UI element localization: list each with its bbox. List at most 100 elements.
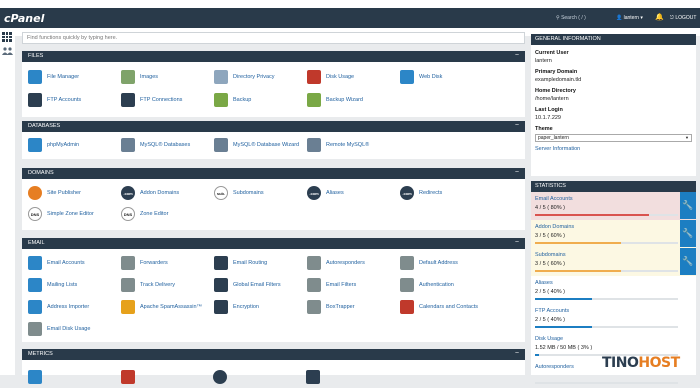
cpanel-logo[interactable]: cPanel <box>4 12 44 25</box>
logout-icon: ⎋ <box>670 15 674 21</box>
find-functions-input[interactable]: Find functions quickly by typing here. <box>22 32 525 44</box>
email-item[interactable]: Autoresponders <box>307 254 403 272</box>
email-item[interactable]: Global Email Filters <box>214 276 310 294</box>
metrics-header[interactable]: METRICS − <box>22 349 525 360</box>
stat-label: Subdomains <box>535 252 566 258</box>
metrics-item[interactable] <box>306 368 402 386</box>
site-publisher-icon <box>28 186 42 200</box>
files-item[interactable]: Backup <box>214 91 310 109</box>
statistics-header: STATISTICS <box>531 181 696 192</box>
email-item[interactable]: Authentication <box>400 276 496 294</box>
theme-select[interactable]: paper_lantern ▼ <box>535 134 692 142</box>
files-item[interactable]: FTP Connections <box>121 91 217 109</box>
stat-item[interactable]: Email Accounts 4 / 5 ( 80% ) 🔧 <box>531 192 696 220</box>
databases-header[interactable]: DATABASES − <box>22 121 525 132</box>
grid-icon[interactable] <box>2 32 12 42</box>
domains-title: DOMAINS <box>28 170 54 176</box>
current-user-label: Current User <box>535 50 569 56</box>
address-importer-icon <box>28 300 42 314</box>
stat-value: 3 / 5 ( 60% ) <box>535 261 565 267</box>
email-item[interactable]: Email Accounts <box>28 254 124 272</box>
wrench-icon[interactable]: 🔧 <box>680 192 696 219</box>
email-item-label: Track Delivery <box>140 282 175 288</box>
domains-item-label: Subdomains <box>233 190 264 196</box>
tinohost-watermark: TINOHOST <box>602 355 680 371</box>
domains-item[interactable]: .com Aliases <box>307 184 403 202</box>
logout-button[interactable]: ⎋ LOGOUT <box>670 12 696 24</box>
domains-item[interactable]: .com Redirects <box>400 184 496 202</box>
files-item[interactable]: FTP Accounts <box>28 91 124 109</box>
databases-item[interactable]: Remote MySQL® <box>307 136 403 154</box>
email-item-label: Global Email Filters <box>233 282 281 288</box>
stat-label: Addon Domains <box>535 224 575 230</box>
domains-item[interactable]: DNS Zone Editor <box>121 205 217 223</box>
databases-item[interactable]: phpMyAdmin <box>28 136 124 154</box>
stat-progress-fill <box>535 326 593 328</box>
backup-icon <box>214 93 228 107</box>
metrics-icon <box>213 370 227 384</box>
general-information-panel: GENERAL INFORMATION Current User lantern… <box>531 34 696 176</box>
chevron-down-icon: ▾ <box>640 15 643 21</box>
bell-icon[interactable]: 🔔 <box>655 11 664 25</box>
metrics-title: METRICS <box>28 351 53 357</box>
files-header[interactable]: FILES − <box>22 51 525 62</box>
databases-item[interactable]: MySQL® Databases <box>121 136 217 154</box>
metrics-icon <box>28 370 42 384</box>
theme-value: paper_lantern <box>538 135 569 141</box>
collapse-icon[interactable]: − <box>515 349 519 359</box>
ftp-connections-icon <box>121 93 135 107</box>
collapse-icon[interactable]: − <box>515 238 519 248</box>
user-menu[interactable]: 👤 lantern ▾ <box>616 12 643 24</box>
stat-item[interactable]: FTP Accounts 2 / 5 ( 40% ) <box>531 304 696 332</box>
email-item[interactable]: Email Disk Usage <box>28 320 124 338</box>
collapse-icon[interactable]: − <box>515 168 519 178</box>
stat-label: Disk Usage <box>535 336 564 342</box>
files-item[interactable]: Directory Privacy <box>214 68 310 86</box>
email-item[interactable]: Forwarders <box>121 254 217 272</box>
authentication-icon <box>400 278 414 292</box>
wrench-icon[interactable]: 🔧 <box>680 248 696 275</box>
files-item[interactable]: Backup Wizard <box>307 91 403 109</box>
email-item[interactable]: Email Filters <box>307 276 403 294</box>
stat-progress-bar <box>535 270 678 272</box>
metrics-item[interactable] <box>121 368 217 386</box>
stat-item[interactable]: Aliases 2 / 5 ( 40% ) <box>531 276 696 304</box>
metrics-item[interactable] <box>28 368 124 386</box>
domains-item[interactable]: Site Publisher <box>28 184 124 202</box>
domains-item[interactable]: DNS Simple Zone Editor <box>28 205 124 223</box>
domains-item[interactable]: sub. Subdomains <box>214 184 310 202</box>
files-item[interactable]: Disk Usage <box>307 68 403 86</box>
files-item-label: Backup Wizard <box>326 97 363 103</box>
files-item[interactable]: Images <box>121 68 217 86</box>
email-item[interactable]: Track Delivery <box>121 276 217 294</box>
email-item-label: Autoresponders <box>326 260 365 266</box>
email-item-label: Calendars and Contacts <box>419 304 479 310</box>
collapse-icon[interactable]: − <box>515 51 519 61</box>
domains-item[interactable]: .com Addon Domains <box>121 184 217 202</box>
server-information-link[interactable]: Server Information <box>535 142 692 152</box>
header-search[interactable]: ⚲ Search ( / ) <box>556 12 612 24</box>
metrics-item[interactable] <box>213 368 309 386</box>
email-item[interactable]: Encryption <box>214 298 310 316</box>
email-item[interactable]: BoxTrapper <box>307 298 403 316</box>
autoresponders-icon <box>307 256 321 270</box>
email-item[interactable]: Address Importer <box>28 298 124 316</box>
domains-header[interactable]: DOMAINS − <box>22 168 525 179</box>
email-item-label: Encryption <box>233 304 259 310</box>
collapse-icon[interactable]: − <box>515 121 519 131</box>
stat-item[interactable]: Subdomains 3 / 5 ( 60% ) 🔧 <box>531 248 696 276</box>
domains-item-label: Zone Editor <box>140 211 169 217</box>
files-item[interactable]: File Manager <box>28 68 124 86</box>
files-item[interactable]: Web Disk <box>400 68 496 86</box>
wrench-icon[interactable]: 🔧 <box>680 220 696 247</box>
users-icon[interactable] <box>2 47 13 55</box>
email-item[interactable]: Default Address <box>400 254 496 272</box>
email-item[interactable]: Apache SpamAssassin™ <box>121 298 217 316</box>
databases-title: DATABASES <box>28 123 61 129</box>
email-item[interactable]: Calendars and Contacts <box>400 298 496 316</box>
stat-item[interactable]: Addon Domains 3 / 5 ( 60% ) 🔧 <box>531 220 696 248</box>
email-item[interactable]: Mailing Lists <box>28 276 124 294</box>
databases-item[interactable]: MySQL® Database Wizard <box>214 136 310 154</box>
email-item[interactable]: Email Routing <box>214 254 310 272</box>
email-header[interactable]: EMAIL − <box>22 238 525 249</box>
